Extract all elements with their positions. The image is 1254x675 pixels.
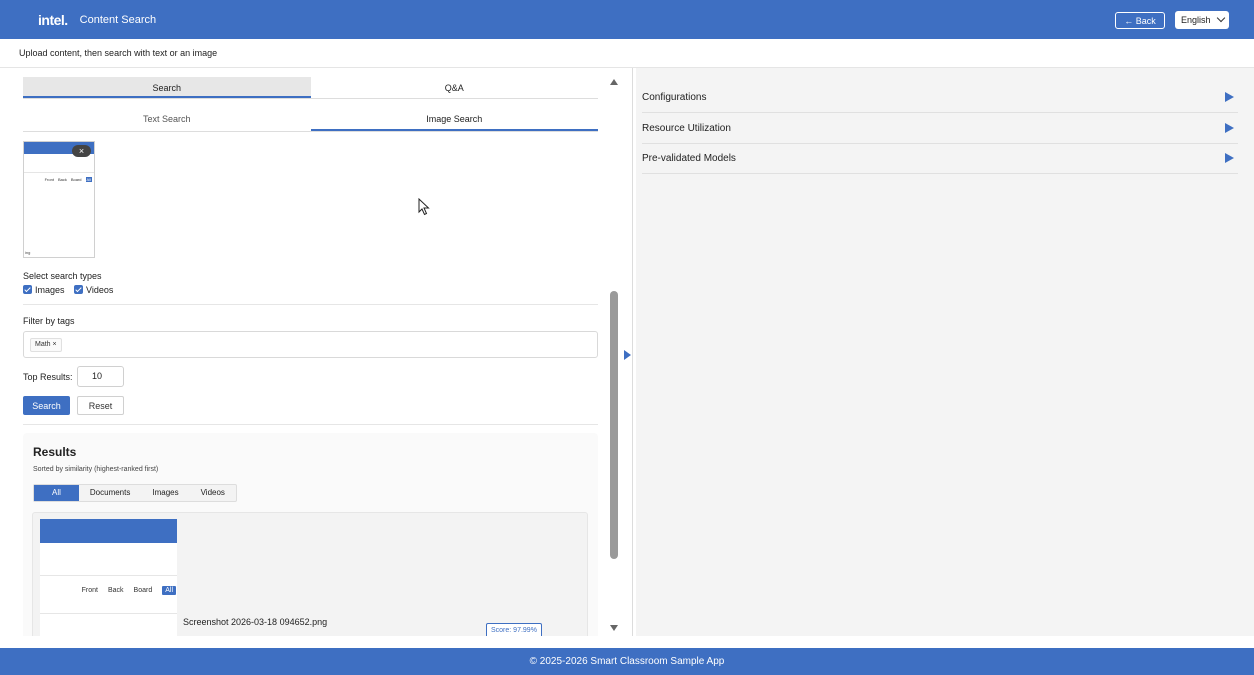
checkbox-videos[interactable]: Videos <box>74 285 113 295</box>
filter-all[interactable]: All <box>34 485 79 501</box>
divider <box>23 424 598 425</box>
accordion-label: Pre-validated Models <box>642 152 736 164</box>
top-bar: intel. Content Search ← Back English <box>0 0 1254 39</box>
top-results-label: Top Results: <box>23 372 73 382</box>
tags-input[interactable]: Math × <box>23 331 598 358</box>
results-title: Results <box>33 445 77 459</box>
tag-chip: Math × <box>30 338 62 352</box>
footer-text: © 2025-2026 Smart Classroom Sample App <box>529 656 725 667</box>
result-file-name: Screenshot 2026-03-18 094652.png <box>183 617 328 627</box>
chevron-down-icon <box>1216 13 1226 23</box>
panel-toggle-icon[interactable] <box>624 350 631 360</box>
expand-arrow-icon <box>1225 123 1234 133</box>
search-button[interactable]: Search <box>23 396 70 415</box>
checkbox-images[interactable]: Images <box>23 285 65 295</box>
results-section: Results Sorted by similarity (highest-ra… <box>23 433 598 636</box>
result-thumbnail-nav: Front Back Board All <box>82 586 176 595</box>
footer: © 2025-2026 Smart Classroom Sample App <box>0 648 1254 675</box>
tag-label: Math <box>35 341 51 348</box>
intel-logo: intel. <box>38 11 68 28</box>
expand-arrow-icon <box>1225 92 1234 102</box>
language-value: English <box>1181 15 1211 25</box>
scrollbar[interactable] <box>606 68 620 636</box>
result-thumbnail-divider <box>40 575 177 576</box>
thumbnail-nav-back: Back <box>57 177 67 182</box>
thumbnail-nav: Front Back Board All <box>45 177 92 182</box>
result-nav-back: Back <box>107 587 124 594</box>
result-thumbnail-divider-2 <box>40 613 177 614</box>
tab-image-search[interactable]: Image Search <box>310 110 598 131</box>
mouse-cursor-icon <box>418 198 430 216</box>
accordion-pre-validated-models[interactable]: Pre-validated Models <box>642 143 1238 174</box>
filter-images[interactable]: Images <box>141 485 189 501</box>
info-panel: Configurations Resource Utilization Pre-… <box>636 68 1254 636</box>
tab-search[interactable]: Search <box>23 77 311 98</box>
checkbox-images-label: Images <box>35 285 65 295</box>
footer-spacer <box>0 636 1254 648</box>
instruction-bar: Upload content, then search with text or… <box>0 39 1254 68</box>
result-nav-board: Board <box>133 587 153 594</box>
reset-button[interactable]: Reset <box>77 396 124 415</box>
score-badge: Score: 97.99% <box>486 623 542 636</box>
back-button[interactable]: ← Back <box>1115 12 1165 29</box>
results-subtitle: Sorted by similarity (highest-ranked fir… <box>33 466 159 473</box>
panel-divider[interactable] <box>632 68 633 636</box>
scroll-down-icon[interactable] <box>610 625 618 631</box>
results-filter-tabs: All Documents Images Videos <box>33 484 237 502</box>
scroll-up-icon[interactable] <box>610 79 618 85</box>
divider <box>23 304 598 305</box>
result-nav-front: Front <box>81 587 98 594</box>
scrollbar-thumb[interactable] <box>610 291 618 559</box>
query-image-thumbnail: Front Back Board All ing <box>23 141 95 258</box>
accordion-label: Configurations <box>642 91 707 103</box>
search-panel: Search Q&A Text Search Image Search Fron… <box>0 68 622 636</box>
accordion-label: Resource Utilization <box>642 122 731 134</box>
top-results-input[interactable]: 10 <box>77 366 124 387</box>
result-nav-all: All <box>162 586 176 595</box>
filter-documents[interactable]: Documents <box>79 485 141 501</box>
search-type-tabs: Text Search Image Search <box>23 110 598 132</box>
app-title: Content Search <box>79 13 157 26</box>
checkbox-checked-icon <box>23 285 32 294</box>
result-thumbnail-header <box>40 519 177 543</box>
search-types-label: Select search types <box>23 271 102 281</box>
mode-tabs: Search Q&A <box>23 77 598 99</box>
thumbnail-nav-front: Front <box>44 177 54 182</box>
instruction-text: Upload content, then search with text or… <box>19 48 218 58</box>
tab-qa[interactable]: Q&A <box>311 77 599 98</box>
checkbox-checked-icon <box>74 285 83 294</box>
accordion-resource-utilization[interactable]: Resource Utilization <box>642 113 1238 144</box>
filter-tags-label: Filter by tags <box>23 316 75 326</box>
thumbnail-nav-all: All <box>85 177 92 182</box>
accordion-configurations[interactable]: Configurations <box>642 82 1238 113</box>
tab-text-search[interactable]: Text Search <box>23 110 311 131</box>
checkbox-videos-label: Videos <box>86 285 114 295</box>
close-icon: × <box>78 146 85 156</box>
language-select[interactable]: English <box>1175 11 1229 29</box>
tag-remove-icon[interactable]: × <box>53 341 57 348</box>
remove-image-button[interactable]: × <box>72 145 91 157</box>
thumbnail-caption: ing <box>25 250 31 255</box>
expand-arrow-icon <box>1225 153 1234 163</box>
result-thumbnail: Front Back Board All <box>40 519 177 636</box>
filter-videos[interactable]: Videos <box>190 485 236 501</box>
thumbnail-nav-board: Board <box>70 177 82 182</box>
thumbnail-divider <box>24 172 94 173</box>
result-card[interactable]: Front Back Board All Screenshot 2026-03-… <box>32 512 588 636</box>
